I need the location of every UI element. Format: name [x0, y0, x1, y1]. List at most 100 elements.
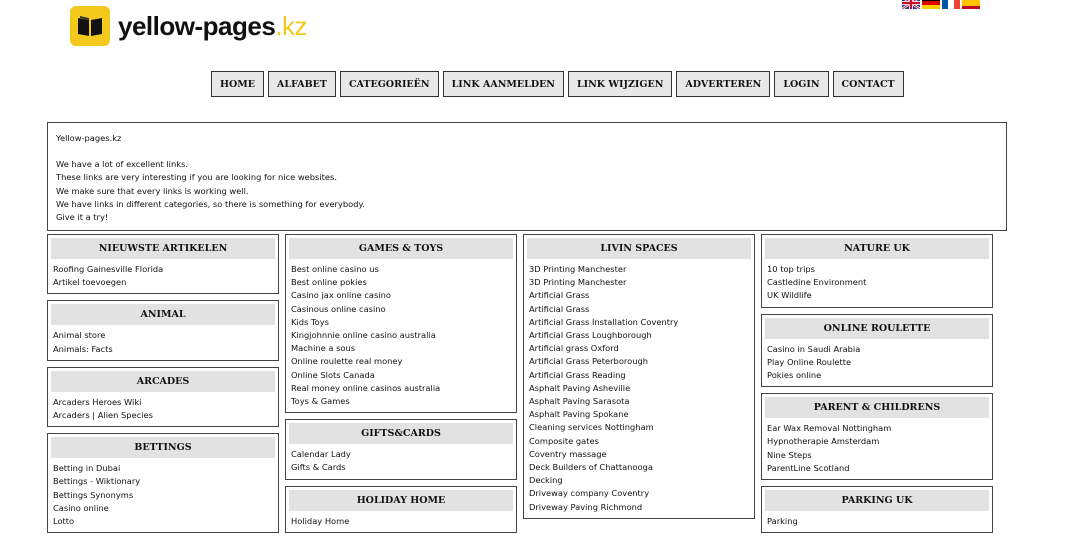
category-link[interactable]: Betting in Dubai: [53, 462, 275, 475]
category-link-list: Ear Wax Removal Nottingham Hypnotherapie …: [765, 422, 989, 475]
category-link[interactable]: Cleaning services Nottingham: [529, 421, 751, 434]
book-icon: [70, 6, 110, 46]
category-box-online-roulette: ONLINE ROULETTE Casino in Saudi Arabia Pla…: [761, 313, 993, 388]
category-link[interactable]: Animal store: [53, 329, 275, 342]
category-link[interactable]: Asphalt Paving Spokane: [529, 408, 751, 421]
category-link[interactable]: Online roulette real money: [291, 355, 513, 368]
category-link[interactable]: 10 top trips: [767, 263, 989, 276]
category-link[interactable]: Artificial Grass Reading: [529, 369, 751, 382]
category-link[interactable]: UK Wildlife: [767, 289, 989, 302]
category-link[interactable]: Deck Builders of Chattanooga: [529, 461, 751, 474]
category-title: LIVIN SPACES: [527, 238, 751, 259]
intro-line: We have links in different categories, s…: [56, 198, 365, 209]
category-column-1: NIEUWSTE ARTIKELEN Roofing Gainesville Fl…: [47, 234, 279, 539]
category-link[interactable]: Holiday Home: [291, 515, 513, 528]
category-link[interactable]: Casinous online casino: [291, 303, 513, 316]
category-link[interactable]: Casino jax online casino: [291, 289, 513, 302]
intro-title: Yellow-pages.kz: [56, 133, 122, 143]
category-box-nieuwste-artikelen: NIEUWSTE ARTIKELEN Roofing Gainesville Fl…: [47, 234, 279, 295]
category-link[interactable]: Driveway Paving Richmond: [529, 501, 751, 514]
nav-categorie-n-button[interactable]: CATEGORIEËN: [339, 71, 439, 97]
category-title: PARKING UK: [765, 490, 989, 512]
category-title: PARENT & CHILDRENS: [765, 397, 989, 419]
category-link[interactable]: Real money online casinos australia: [291, 382, 513, 395]
category-link[interactable]: 3D Printing Manchester: [529, 263, 751, 276]
category-link[interactable]: Best online pokies: [291, 276, 513, 289]
category-link-list: 3D Printing Manchester 3D Printing Manche…: [527, 263, 751, 514]
category-link[interactable]: Artificial Grass Loughborough: [529, 329, 751, 342]
category-box-livin-spaces: LIVIN SPACES 3D Printing Manchester 3D Pri…: [523, 234, 755, 519]
category-link[interactable]: Bettings Synonyms: [53, 489, 275, 502]
category-link-list: Betting in Dubai Bettings - Wiktionary Bet…: [51, 462, 275, 528]
category-box-arcades: ARCADES Arcaders Heroes Wiki Arcaders | Al…: [47, 366, 279, 428]
category-link[interactable]: Toys & Games: [291, 395, 513, 408]
nav-home-button[interactable]: HOME: [211, 71, 265, 97]
category-link[interactable]: Calendar Lady: [291, 448, 513, 461]
uk-flag-icon[interactable]: [902, 0, 920, 9]
category-link[interactable]: 3D Printing Manchester: [529, 276, 751, 289]
language-switcher: [902, 0, 980, 9]
category-link[interactable]: Artificial Grass: [529, 289, 751, 302]
category-link[interactable]: Play Online Roulette: [767, 356, 989, 369]
category-link[interactable]: Asphalt Paving Sarasota: [529, 395, 751, 408]
intro-line: Give it a try!: [56, 212, 109, 223]
category-box-animal: ANIMAL Animal store Animals: Facts: [47, 300, 279, 361]
category-link[interactable]: Artificial grass Oxford: [529, 342, 751, 355]
german-flag-icon[interactable]: [922, 0, 940, 9]
category-link[interactable]: Casino online: [53, 502, 275, 515]
category-link[interactable]: Pokies online: [767, 369, 989, 382]
category-link[interactable]: Animals: Facts: [53, 343, 275, 356]
category-box-games-toys: GAMES & TOYS Best online casino us Best on…: [285, 234, 517, 414]
category-link[interactable]: Ear Wax Removal Nottingham: [767, 422, 989, 435]
category-title: GIFTS&CARDS: [289, 423, 513, 445]
category-box-nature-uk: NATURE UK 10 top trips Castledine Environm…: [761, 234, 993, 308]
category-column-3: LIVIN SPACES 3D Printing Manchester 3D Pri…: [523, 234, 755, 525]
category-link[interactable]: Hypnotherapie Amsterdam: [767, 435, 989, 448]
category-box-parking-uk: PARKING UK Parking: [761, 486, 993, 534]
category-link[interactable]: Coventry massage: [529, 448, 751, 461]
category-title: ARCADES: [51, 370, 275, 392]
category-title: GAMES & TOYS: [289, 238, 513, 259]
category-link[interactable]: Nine Steps: [767, 449, 989, 462]
main-nav: HOME ALFABET CATEGORIEËN LINK AANMELDEN LINK…: [211, 71, 904, 97]
category-link[interactable]: Arcaders Heroes Wiki: [53, 396, 275, 409]
category-link[interactable]: Machine a sous: [291, 342, 513, 355]
category-link-list: Calendar Lady Gifts & Cards: [289, 448, 513, 474]
category-link[interactable]: Castledine Environment: [767, 276, 989, 289]
category-link[interactable]: Best online casino us: [291, 263, 513, 276]
category-link[interactable]: Kingjohnnie online casino australia: [291, 329, 513, 342]
nav-link-aanmelden-button[interactable]: LINK AANMELDEN: [442, 71, 564, 97]
category-link[interactable]: Composite gates: [529, 435, 751, 448]
nav-contact-button[interactable]: CONTACT: [832, 71, 904, 97]
intro-line: We have a lot of excellent links.: [56, 159, 188, 170]
category-link[interactable]: Kids Toys: [291, 316, 513, 329]
category-link[interactable]: Driveway company Coventry: [529, 487, 751, 500]
category-link[interactable]: Arcaders | Alien Species: [53, 409, 275, 422]
category-link[interactable]: Asphalt Paving Asheville: [529, 382, 751, 395]
category-link[interactable]: Online Slots Canada: [291, 369, 513, 382]
category-link[interactable]: Lotto: [53, 515, 275, 528]
category-link[interactable]: Artificial Grass: [529, 303, 751, 316]
category-link[interactable]: Artikel toevoegen: [53, 276, 275, 289]
nav-alfabet-button[interactable]: ALFABET: [268, 71, 336, 97]
nav-link-wijzigen-button[interactable]: LINK WIJZIGEN: [568, 71, 673, 97]
french-flag-icon[interactable]: [942, 0, 960, 9]
nav-adverteren-button[interactable]: ADVERTEREN: [676, 71, 771, 97]
category-link[interactable]: Decking: [529, 474, 751, 487]
category-link[interactable]: Artificial Grass Peterborough: [529, 355, 751, 368]
category-link[interactable]: Roofing Gainesville Florida: [53, 263, 275, 276]
category-link[interactable]: Casino in Saudi Arabia: [767, 343, 989, 356]
intro-line: These links are very interesting if you …: [56, 172, 337, 183]
spanish-flag-icon[interactable]: [962, 0, 980, 9]
nav-login-button[interactable]: LOGIN: [774, 71, 829, 97]
category-link[interactable]: Gifts & Cards: [291, 461, 513, 474]
category-link[interactable]: Artificial Grass Installation Coventry: [529, 316, 751, 329]
category-link[interactable]: Bettings - Wiktionary: [53, 475, 275, 488]
category-link[interactable]: Parking: [767, 515, 989, 528]
category-link[interactable]: ParentLine Scotland: [767, 462, 989, 475]
category-title: NATURE UK: [765, 238, 989, 259]
site-logo[interactable]: yellow-pages.kz: [70, 5, 308, 47]
category-link-list: Casino in Saudi Arabia Play Online Roulet…: [765, 343, 989, 383]
category-box-holiday-home: HOLIDAY HOME Holiday Home: [285, 485, 517, 533]
category-column-2: GAMES & TOYS Best online casino us Best on…: [285, 234, 517, 539]
